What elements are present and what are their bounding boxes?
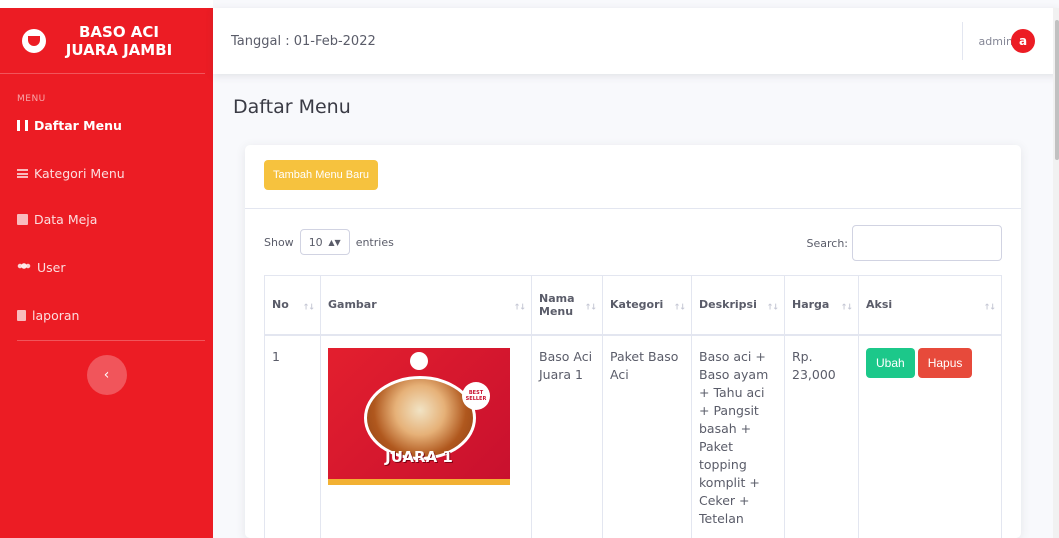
sidebar-heading: MENU — [17, 94, 46, 104]
sidebar-item-label: laporan — [32, 307, 80, 323]
sidebar-item-data-meja[interactable]: Data Meja — [0, 204, 213, 234]
brand-name: BASO ACI JUARA JAMBI — [65, 22, 173, 59]
sidebar-item-laporan[interactable]: laporan — [0, 300, 213, 330]
table-controls: Show 10 ▲▼ entries Search: — [245, 209, 1021, 279]
add-menu-button[interactable]: Tambah Menu Baru — [264, 160, 378, 190]
menu-card: Tambah Menu Baru Show 10 ▲▼ entries Sear… — [245, 145, 1021, 538]
cell-gambar: BEST SELLER JUARA 1 — [320, 334, 532, 538]
column-header-kategori[interactable]: Kategori ↑↓ — [602, 275, 692, 336]
menu-table: No ↑↓ Gambar ↑↓ Nama Menu ↑↓ Kategori ↑↓ Des… — [264, 275, 1002, 538]
column-header-aksi[interactable]: Aksi ↑↓ — [858, 275, 1002, 336]
table-icon — [17, 213, 28, 225]
sort-icon: ↑↓ — [983, 302, 996, 312]
show-entries: Show 10 ▲▼ entries — [264, 229, 394, 255]
sort-icon: ↑↓ — [673, 302, 686, 312]
sidebar-item-label: User — [37, 259, 66, 275]
table-header-row: No ↑↓ Gambar ↑↓ Nama Menu ↑↓ Kategori ↑↓ Des… — [264, 275, 1002, 336]
sidebar-divider — [17, 340, 205, 341]
sidebar-toggle-button[interactable]: ‹ — [86, 355, 127, 395]
avatar[interactable]: a — [1011, 29, 1035, 53]
image-caption: JUARA 1 — [385, 447, 453, 466]
delete-button[interactable]: Hapus — [917, 347, 973, 378]
brand[interactable]: BASO ACI JUARA JAMBI — [0, 8, 205, 74]
brand-logo-icon — [410, 351, 428, 370]
sidebar-item-daftar-menu[interactable]: Daftar Menu — [0, 110, 213, 140]
show-label: Show — [264, 235, 294, 249]
users-icon — [17, 262, 31, 272]
sort-icon: ↑↓ — [840, 302, 853, 312]
search-label: Search: — [806, 236, 849, 250]
search: Search: — [806, 225, 1002, 261]
column-header-no[interactable]: No ↑↓ — [264, 275, 321, 336]
table-row: 1 BEST SELLER JUARA 1 Baso Aci Juara 1 P… — [264, 334, 1002, 538]
sort-arrows-icon: ▲▼ — [328, 237, 341, 247]
entries-value: 10 — [308, 235, 323, 249]
sort-icon: ↑↓ — [766, 302, 779, 312]
date-label: Tanggal : 01-Feb-2022 — [231, 33, 376, 49]
entries-select[interactable]: 10 ▲▼ — [299, 229, 350, 255]
scrollbar[interactable] — [1053, 8, 1059, 538]
sidebar: BASO ACI JUARA JAMBI MENU Daftar Menu Ka… — [0, 0, 213, 538]
menu-image: BEST SELLER JUARA 1 — [328, 347, 510, 485]
edit-button[interactable]: Ubah — [866, 347, 915, 378]
cell-nama-menu: Baso Aci Juara 1 — [531, 334, 603, 538]
brand-logo-icon — [22, 28, 46, 53]
column-header-harga[interactable]: Harga ↑↓ — [784, 275, 859, 336]
topbar-divider — [962, 22, 963, 60]
sort-icon: ↑↓ — [584, 302, 597, 312]
sort-icon: ↑↓ — [513, 302, 526, 312]
file-icon — [17, 309, 26, 321]
column-header-nama-menu[interactable]: Nama Menu ↑↓ — [531, 275, 603, 336]
column-header-gambar[interactable]: Gambar ↑↓ — [320, 275, 532, 336]
user-name[interactable]: admin — [979, 35, 1013, 48]
scrollbar-thumb[interactable] — [1055, 20, 1059, 160]
sidebar-item-label: Daftar Menu — [34, 117, 122, 133]
cell-kategori: Paket Baso Aci — [602, 334, 692, 538]
column-header-deskripsi[interactable]: Deskripsi ↑↓ — [691, 275, 785, 336]
cell-no: 1 — [264, 334, 321, 538]
sidebar-item-kategori-menu[interactable]: Kategori Menu — [0, 158, 213, 188]
sidebar-item-user[interactable]: User — [0, 252, 213, 282]
page-title: Daftar Menu — [233, 96, 351, 118]
utensils-icon — [17, 119, 28, 131]
best-seller-badge: BEST SELLER — [462, 381, 490, 410]
chevron-left-icon: ‹ — [103, 367, 110, 383]
card-header: Tambah Menu Baru — [245, 145, 1021, 209]
list-icon — [17, 168, 28, 178]
cell-aksi: Ubah Hapus — [858, 334, 1002, 538]
sort-icon: ↑↓ — [302, 302, 315, 312]
cell-harga: Rp. 23,000 — [784, 334, 859, 538]
cell-deskripsi: Baso aci + Baso ayam + Tahu aci + Pangsi… — [691, 334, 785, 538]
sidebar-item-label: Kategori Menu — [34, 165, 125, 181]
topbar: Tanggal : 01-Feb-2022 admin a — [213, 8, 1059, 74]
search-input[interactable] — [852, 225, 1002, 261]
image-strip — [328, 478, 510, 485]
entries-label: entries — [355, 235, 394, 249]
sidebar-item-label: Data Meja — [34, 211, 98, 227]
